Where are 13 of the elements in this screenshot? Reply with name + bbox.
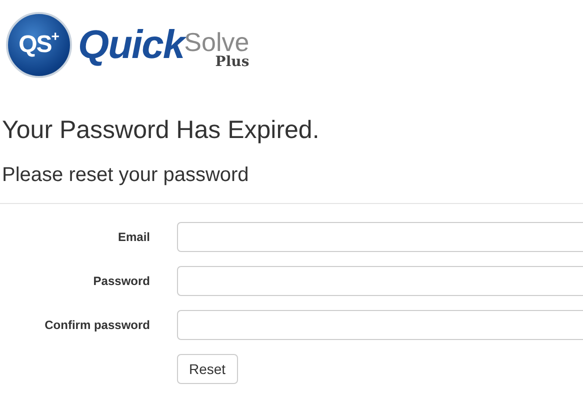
logo-text: Plus: [215, 55, 250, 69]
field-label: Confirm password: [44, 318, 150, 332]
page-title: Your Password Has Expired.: [2, 115, 320, 145]
input-field[interactable]: [177, 310, 583, 340]
field-label: Email: [116, 230, 150, 244]
logo-text: Quick: [78, 22, 184, 68]
reset-button[interactable]: Reset: [177, 354, 238, 384]
logo-badge: QS+: [6, 12, 72, 78]
logo-text: Solve: [184, 29, 250, 55]
field-label: Password: [92, 274, 150, 288]
input-field[interactable]: [177, 222, 583, 252]
input-field[interactable]: [177, 266, 583, 296]
page-subtitle: Please reset your password: [2, 163, 250, 187]
